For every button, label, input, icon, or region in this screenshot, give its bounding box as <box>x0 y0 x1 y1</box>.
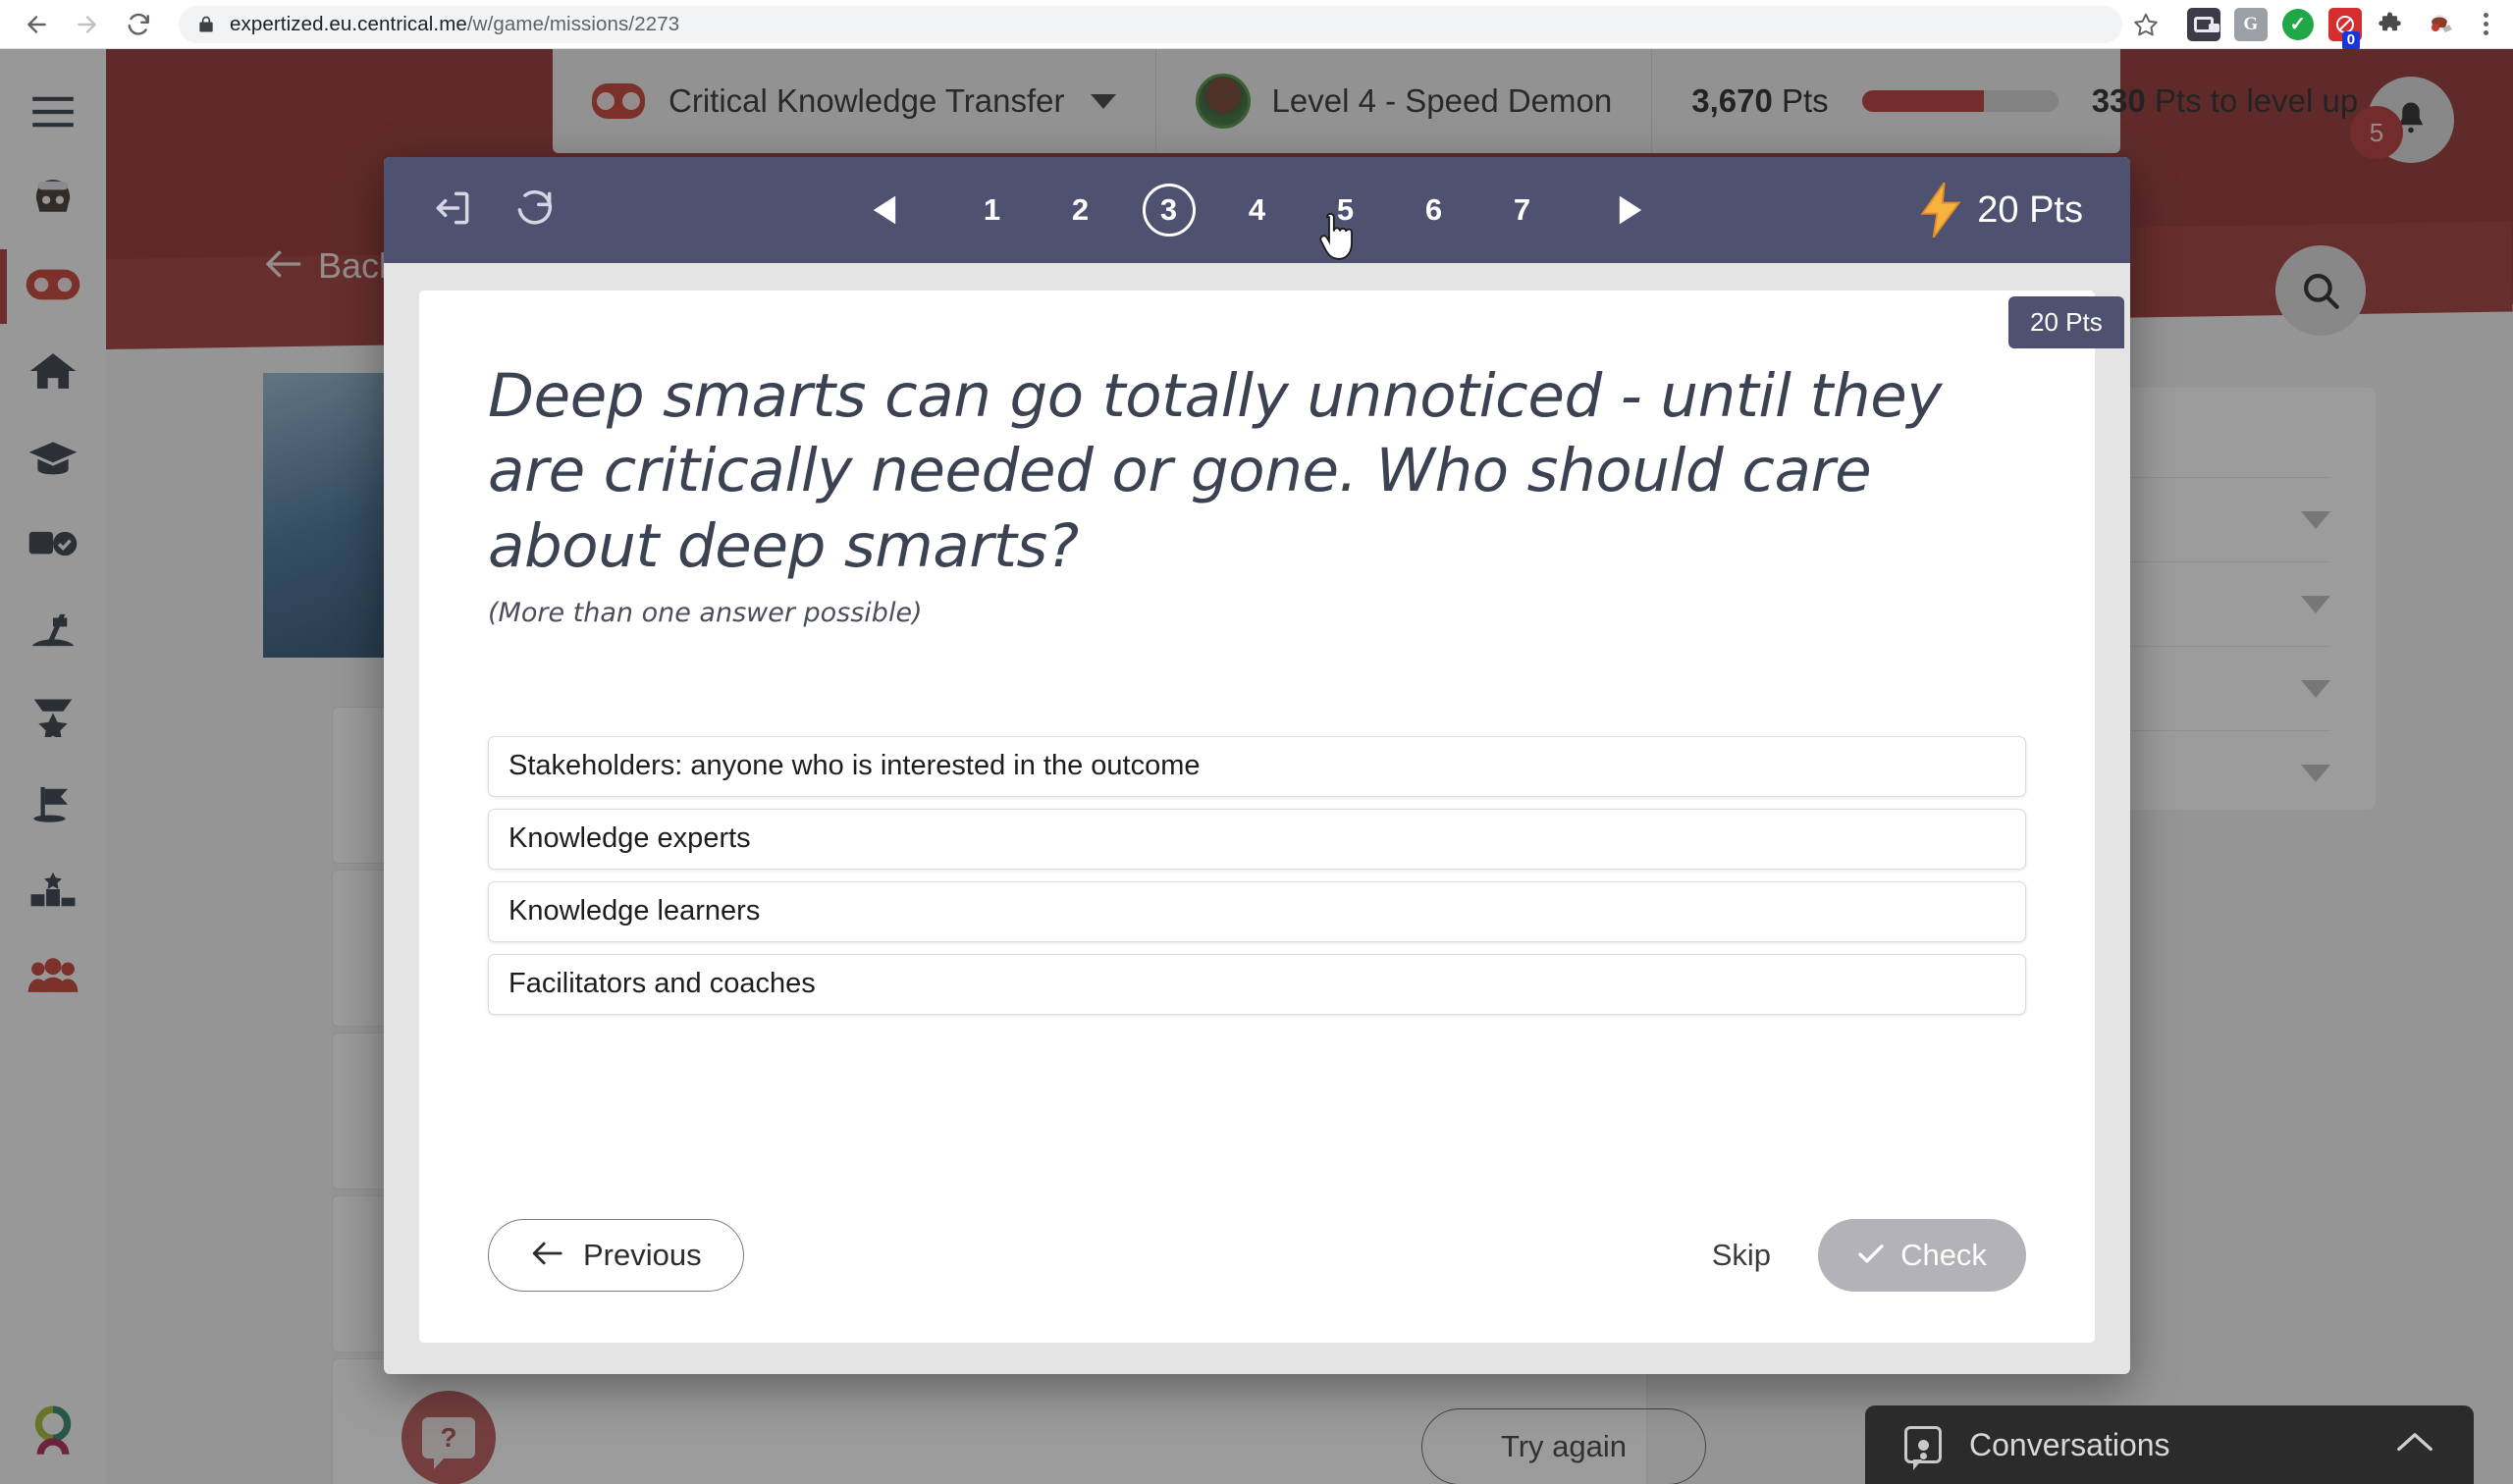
previous-label: Previous <box>583 1238 702 1272</box>
url-text: expertized.eu.centrical.me/w/game/missio… <box>230 13 679 36</box>
adblock-extension[interactable]: 0 <box>2327 7 2362 50</box>
chevron-up-icon[interactable] <box>2395 1430 2434 1460</box>
check-label: Check <box>1900 1238 1987 1272</box>
footer-right-actions: Skip Check <box>1698 1219 2026 1292</box>
browser-toolbar: expertized.eu.centrical.me/w/game/missio… <box>0 0 2513 50</box>
answer-option[interactable]: Knowledge learners <box>488 880 2026 942</box>
conversations-bar[interactable]: Conversations <box>1865 1405 2474 1484</box>
restart-icon[interactable] <box>513 186 557 235</box>
triangle-left-icon[interactable] <box>844 194 925 226</box>
page-number-2[interactable]: 2 <box>1054 184 1107 237</box>
modal-header: 1 2 3 4 5 6 7 20 Pts <box>384 157 2130 263</box>
arrow-left-icon <box>530 1238 563 1273</box>
conversations-label: Conversations <box>1969 1426 2170 1462</box>
three-dot-menu-icon[interactable] <box>2472 13 2501 35</box>
address-bar[interactable]: expertized.eu.centrical.me/w/game/missio… <box>179 5 2122 43</box>
quiz-modal: 1 2 3 4 5 6 7 20 Pts Deep smarts can go … <box>384 157 2130 1374</box>
modal-body: Deep smarts can go totally unnoticed - u… <box>419 291 2095 1343</box>
question-pagination: 1 2 3 4 5 6 7 <box>384 184 2130 237</box>
profile-avatar-icon[interactable] <box>2423 8 2456 41</box>
lock-icon <box>196 14 216 35</box>
answer-options: Stakeholders: anyone who is interested i… <box>488 735 2026 1015</box>
modal-points-label: 20 Pts <box>1977 188 2083 231</box>
triangle-right-icon[interactable] <box>1590 194 1671 226</box>
puzzle-extensions-icon[interactable] <box>2376 8 2409 41</box>
browser-nav-buttons <box>0 2 161 47</box>
answer-option[interactable]: Facilitators and coaches <box>488 953 2026 1015</box>
previous-button[interactable]: Previous <box>488 1219 744 1292</box>
browser-extensions: G ✓ 0 <box>2186 7 2456 50</box>
page-number-7[interactable]: 7 <box>1496 184 1549 237</box>
skip-button[interactable]: Skip <box>1698 1238 1785 1273</box>
modal-footer: Previous Skip Check <box>488 1219 2026 1292</box>
page-number-1[interactable]: 1 <box>966 184 1019 237</box>
reload-icon[interactable] <box>116 2 161 47</box>
checkmark-icon <box>1857 1238 1885 1273</box>
adblock-badge: 0 <box>2341 31 2361 50</box>
check-button[interactable]: Check <box>1818 1219 2026 1292</box>
mouse-cursor <box>1315 212 1355 268</box>
modal-header-actions <box>431 186 557 235</box>
grammarly-extension[interactable]: G <box>2233 7 2268 41</box>
star-icon[interactable] <box>2130 4 2162 45</box>
answer-option[interactable]: Stakeholders: anyone who is interested i… <box>488 735 2026 797</box>
url-path: /w/game/missions/2273 <box>466 12 680 35</box>
forward-arrow-icon[interactable] <box>65 2 110 47</box>
question-text: Deep smarts can go totally unnoticed - u… <box>488 361 1943 581</box>
question-hint: (More than one answer possible) <box>488 597 923 628</box>
back-arrow-icon[interactable] <box>14 2 59 47</box>
modal-points: 20 Pts <box>1918 183 2083 238</box>
lightning-bolt-icon <box>1918 183 1963 238</box>
page-numbers: 1 2 3 4 5 6 7 <box>966 184 1549 237</box>
person-chat-icon <box>1904 1426 1942 1470</box>
points-tooltip: 20 Pts <box>2008 296 2124 348</box>
url-host: expertized.eu.centrical.me <box>230 12 467 35</box>
checkmark-icon: ✓ <box>2281 8 2314 40</box>
page-number-4[interactable]: 4 <box>1231 184 1284 237</box>
answer-option[interactable]: Knowledge experts <box>488 808 2026 870</box>
grammarly-label: G <box>2243 13 2259 34</box>
page-number-6[interactable]: 6 <box>1408 184 1461 237</box>
exit-icon[interactable] <box>431 186 474 235</box>
checkmark-extension[interactable]: ✓ <box>2281 8 2315 41</box>
page-number-3[interactable]: 3 <box>1142 184 1196 237</box>
picture-in-picture-extension[interactable] <box>2186 7 2220 41</box>
